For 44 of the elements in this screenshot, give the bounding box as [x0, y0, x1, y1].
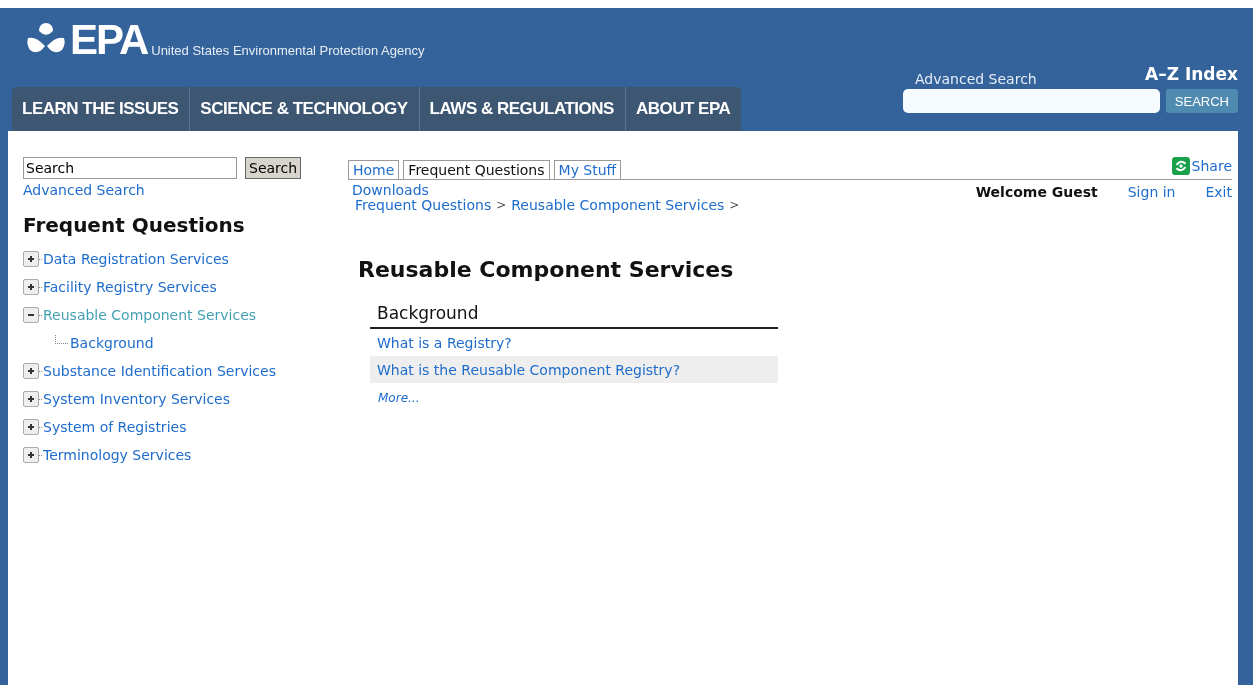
page-title: Reusable Component Services: [358, 257, 735, 282]
expander-icon[interactable]: [23, 307, 39, 323]
welcome-text: Welcome Guest: [975, 184, 1098, 200]
advanced-search-link[interactable]: Advanced Search: [915, 71, 1037, 87]
tree-item[interactable]: Background: [70, 335, 154, 351]
exit-link[interactable]: Exit: [1205, 184, 1232, 200]
expander-icon[interactable]: [23, 391, 39, 407]
sign-in-link[interactable]: Sign in: [1127, 184, 1176, 200]
expander-icon[interactable]: [23, 251, 39, 267]
search-button[interactable]: Search: [245, 157, 302, 179]
more-link[interactable]: More...: [370, 383, 778, 413]
downloads-link[interactable]: Downloads: [352, 183, 740, 197]
question-link[interactable]: What is a Registry?: [370, 329, 778, 356]
expander-icon[interactable]: [23, 447, 39, 463]
share-icon[interactable]: [1171, 157, 1190, 175]
tree-item[interactable]: Terminology Services: [43, 447, 192, 463]
search-field[interactable]: Search: [23, 157, 237, 179]
tree-item[interactable]: Reusable Component Services: [43, 307, 257, 323]
agency-name: United States Environmental Protection Agency: [151, 43, 425, 58]
tree-item[interactable]: Substance Identification Services: [43, 363, 276, 379]
breadcrumb-separator: >: [729, 197, 740, 213]
logo-text[interactable]: EPA: [70, 20, 148, 60]
breadcrumb-link[interactable]: Reusable Component Services: [511, 197, 725, 213]
expander-icon[interactable]: [23, 279, 39, 295]
search-field[interactable]: [903, 89, 1160, 113]
share-link[interactable]: Share: [1191, 158, 1232, 174]
section-heading: Background: [370, 300, 778, 329]
tree-item[interactable]: Facility Registry Services: [43, 279, 217, 295]
tree-item[interactable]: System of Registries: [43, 419, 187, 435]
advanced-search-link[interactable]: Advanced Search: [23, 182, 343, 198]
breadcrumb-separator: >: [496, 197, 507, 213]
tree-item[interactable]: Data Registration Services: [43, 251, 229, 267]
expander-icon[interactable]: [23, 419, 39, 435]
tab[interactable]: My Stuff: [553, 160, 622, 179]
tab[interactable]: Home: [348, 160, 400, 179]
question-link[interactable]: What is the Reusable Component Registry?: [370, 356, 778, 383]
expander-icon[interactable]: [23, 363, 39, 379]
a-z-index-link[interactable]: A–Z Index: [1145, 64, 1238, 84]
breadcrumb-link[interactable]: Frequent Questions: [355, 197, 492, 213]
search-button[interactable]: SEARCH: [1165, 89, 1238, 113]
tree-item[interactable]: System Inventory Services: [43, 391, 230, 407]
nav-item[interactable]: ABOUT EPA: [625, 87, 742, 131]
sidebar-title: Frequent Questions: [23, 213, 246, 237]
tab[interactable]: Frequent Questions: [403, 160, 550, 179]
